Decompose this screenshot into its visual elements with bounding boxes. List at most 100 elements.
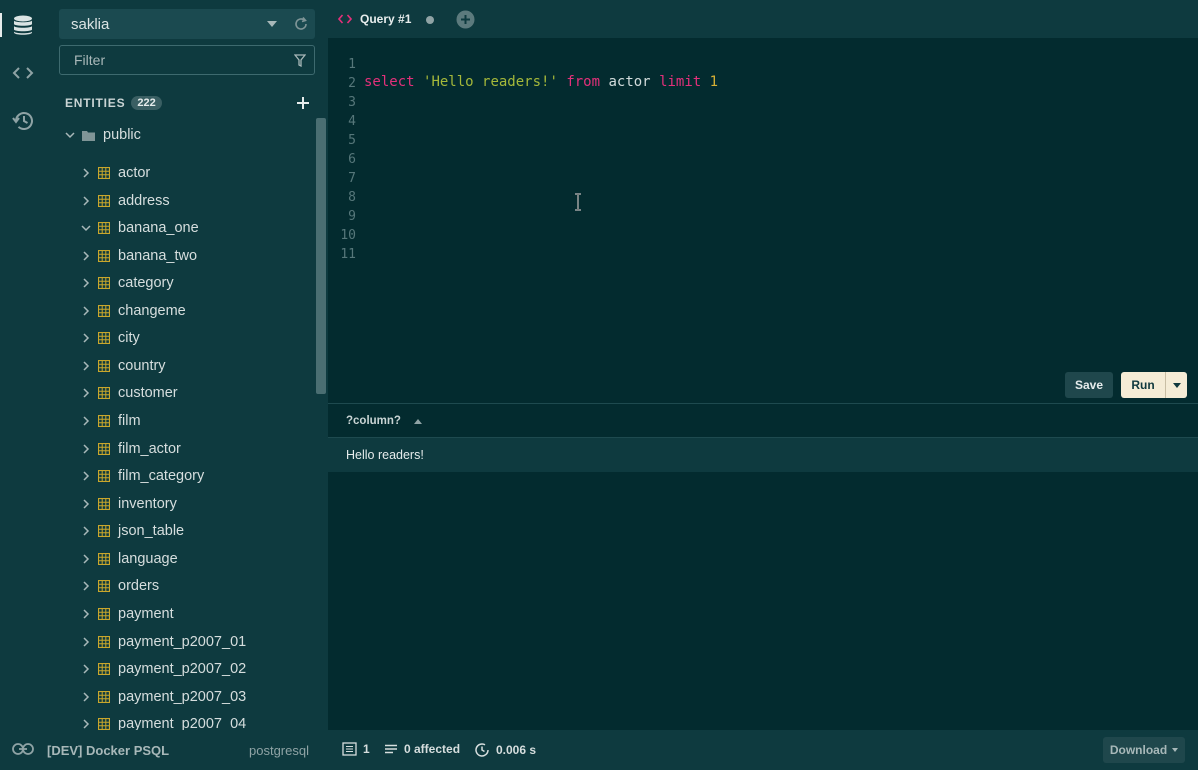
chevron-right-icon[interactable] — [80, 663, 92, 675]
editor-nav-button[interactable] — [0, 53, 46, 93]
connection-select[interactable]: saklia — [59, 9, 315, 39]
chevron-right-icon[interactable] — [80, 498, 92, 510]
chevron-right-icon[interactable] — [80, 250, 92, 262]
sidebar-scrollbar[interactable] — [316, 118, 326, 394]
chevron-right-icon[interactable] — [80, 195, 92, 207]
chevron-right-icon[interactable] — [80, 580, 92, 592]
table-node[interactable]: json_table — [80, 521, 184, 541]
table-label: banana_one — [118, 220, 199, 236]
timer-icon — [475, 743, 489, 757]
table-node[interactable]: film_category — [80, 466, 204, 486]
table-node[interactable]: payment_p2007_03 — [80, 687, 246, 707]
line-number: 1 — [348, 57, 356, 72]
add-entity-button[interactable] — [295, 95, 311, 111]
run-options-button[interactable] — [1165, 372, 1187, 398]
folder-icon — [82, 130, 95, 141]
chevron-right-icon[interactable] — [80, 718, 92, 730]
chevron-right-icon[interactable] — [80, 360, 92, 372]
table-node[interactable]: payment_p2007_02 — [80, 659, 246, 679]
line-number: 6 — [348, 152, 356, 167]
refresh-icon[interactable] — [293, 16, 309, 36]
table-label: language — [118, 551, 178, 567]
table-icon — [98, 663, 110, 675]
connection-status[interactable]: [DEV] Docker PSQL postgresql — [0, 730, 328, 770]
table-label: address — [118, 193, 170, 209]
chevron-right-icon[interactable] — [80, 443, 92, 455]
results-header: ?column? — [328, 403, 1198, 438]
plus-icon — [297, 97, 309, 109]
table-label: payment_p2007_03 — [118, 689, 247, 705]
line-number: 9 — [348, 209, 356, 224]
table-node[interactable]: actor — [80, 163, 150, 183]
table-identifier: actor — [608, 74, 651, 90]
table-node[interactable]: payment_p2007_01 — [80, 632, 246, 652]
chevron-right-icon[interactable] — [80, 691, 92, 703]
table-row[interactable]: Hello readers! — [328, 438, 1198, 472]
chevron-right-icon[interactable] — [80, 415, 92, 427]
table-icon — [98, 525, 110, 537]
history-nav-button[interactable] — [0, 101, 46, 141]
table-icon — [98, 222, 110, 234]
schema-label: public — [103, 127, 141, 143]
tab-label: Query #1 — [360, 12, 412, 26]
run-button[interactable]: Run — [1121, 372, 1165, 398]
chevron-right-icon[interactable] — [80, 387, 92, 399]
schema-node[interactable]: public — [64, 127, 141, 143]
download-label: Download — [1109, 743, 1168, 757]
entities-label: ENTITIES — [65, 96, 126, 110]
chevron-right-icon[interactable] — [80, 636, 92, 648]
connection-type: postgresql — [249, 743, 309, 758]
chevron-right-icon[interactable] — [80, 277, 92, 289]
table-node[interactable]: category — [80, 273, 174, 293]
table-node[interactable]: city — [80, 328, 140, 348]
chevron-down-icon — [64, 129, 76, 141]
tab-query-1[interactable]: Query #1 — [328, 0, 442, 38]
new-tab-button[interactable] — [456, 10, 475, 34]
tab-bar: Query #1 — [328, 0, 1198, 38]
sql-editor[interactable]: 1 2 3 4 5 6 7 8 9 10 11 select 'Hello readers!' fr… — [328, 38, 1198, 403]
table-node[interactable]: language — [80, 549, 178, 569]
chevron-right-icon[interactable] — [80, 305, 92, 317]
table-node[interactable]: film — [80, 411, 141, 431]
chevron-right-icon[interactable] — [80, 525, 92, 537]
table-node[interactable]: changeme — [80, 301, 186, 321]
code-icon — [12, 67, 34, 79]
chevron-right-icon[interactable] — [80, 332, 92, 344]
database-nav-button[interactable] — [0, 5, 46, 45]
table-node[interactable]: banana_one — [80, 218, 199, 238]
table-label: payment — [118, 606, 174, 622]
affected-count: 0 affected — [384, 742, 460, 756]
chevron-right-icon[interactable] — [80, 608, 92, 620]
table-node[interactable]: country — [80, 356, 166, 376]
table-node[interactable]: banana_two — [80, 246, 197, 266]
table-label: film_category — [118, 468, 205, 484]
table-node[interactable]: film_actor — [80, 439, 181, 459]
row-count: 1 — [342, 742, 370, 756]
funnel-icon[interactable] — [293, 54, 307, 70]
rows-icon — [342, 742, 357, 756]
line-number: 8 — [348, 190, 356, 205]
plus-circle-icon — [456, 10, 475, 29]
table-node[interactable]: customer — [80, 383, 178, 403]
entities-header: ENTITIES 222 — [65, 96, 162, 110]
table-node[interactable]: payment — [80, 604, 174, 624]
chevron-down-icon[interactable] — [80, 222, 92, 234]
code-line-2[interactable]: select 'Hello readers!' from actor limit… — [364, 74, 718, 90]
unsaved-dot-icon[interactable] — [426, 16, 434, 24]
save-button[interactable]: Save — [1065, 372, 1113, 398]
filter-placeholder: Filter — [74, 52, 106, 68]
download-button[interactable]: Download — [1103, 737, 1185, 763]
table-node[interactable]: inventory — [80, 494, 177, 514]
table-icon — [98, 332, 110, 344]
table-node[interactable]: address — [80, 191, 170, 211]
chevron-right-icon[interactable] — [80, 553, 92, 565]
column-header[interactable]: ?column? — [346, 415, 401, 427]
filter-input[interactable]: Filter — [59, 45, 315, 75]
table-node[interactable]: orders — [80, 576, 159, 596]
table-icon — [98, 195, 110, 207]
chevron-right-icon[interactable] — [80, 167, 92, 179]
chevron-right-icon[interactable] — [80, 470, 92, 482]
result-cell[interactable]: Hello readers! — [346, 448, 424, 462]
table-node[interactable]: payment_p2007_04 — [80, 714, 246, 730]
sort-ascending-icon[interactable] — [414, 419, 422, 424]
